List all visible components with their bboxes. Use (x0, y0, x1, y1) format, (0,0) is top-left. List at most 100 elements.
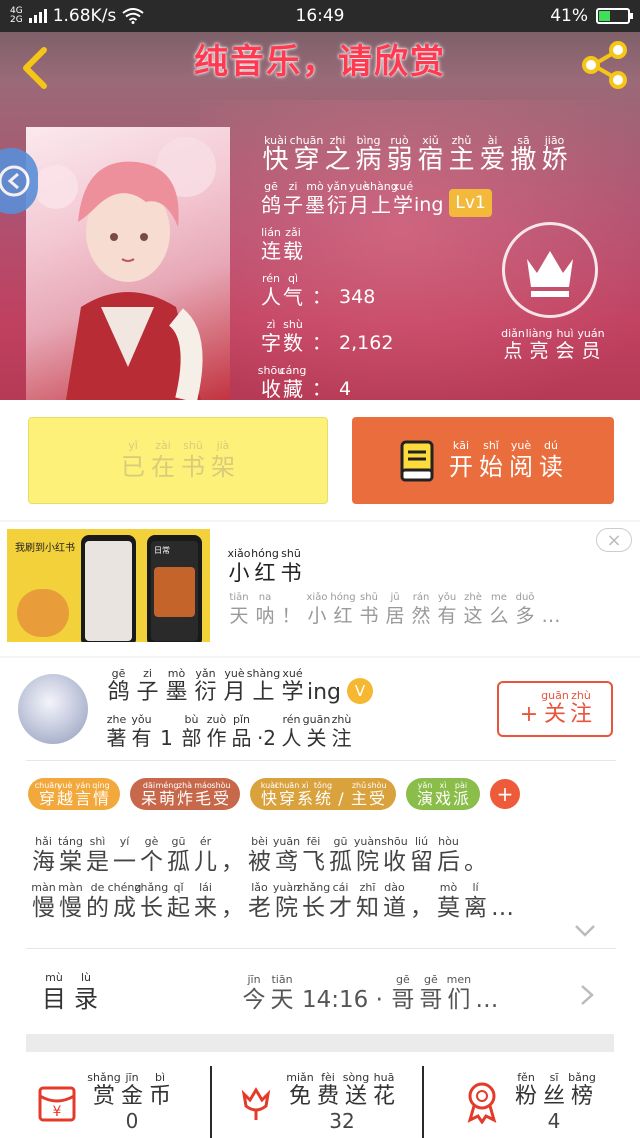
synopsis-char: zhī 知 (354, 882, 381, 922)
bottom-action-bar: ¥ shǎng 赏 jīn 金 bì 币 0 miǎn 免 fèi 费 sòng 送 huā 花 32 … (0, 1066, 640, 1138)
tag-char: yán 言 (74, 781, 92, 808)
reward-coins-button[interactable]: ¥ shǎng 赏 jīn 金 bì 币 0 (0, 1066, 210, 1138)
fan-ranking-button[interactable]: fěn 粉 sī 丝 bǎng 榜 4 (424, 1066, 634, 1138)
hanzi: 鸽 (261, 193, 281, 217)
pinyin (289, 592, 292, 604)
tag-chip[interactable]: chuān 穿 yuè 越 yán 言 qíng 情 (28, 778, 120, 810)
hanzi: 会 (555, 340, 575, 362)
ad-banner[interactable]: 我刷到小红书 日常 × (0, 522, 640, 656)
pinyin: lǎo (251, 881, 268, 894)
ad-close-button[interactable]: × (596, 528, 632, 552)
ad-char: shū 书 (356, 592, 382, 628)
hanzi: 字 (261, 331, 281, 355)
pinyin: huā (373, 1071, 395, 1084)
button-char: kāi 开 (446, 439, 476, 482)
pinyin: lù (80, 971, 92, 984)
tag-chip[interactable]: dāi 呆 méng 萌 zhà 炸 máo 毛 shòu 受 (130, 778, 240, 810)
back-arrow-icon[interactable] (16, 44, 52, 92)
hanzi: 毛 (194, 788, 211, 808)
pinyin: tiān (271, 973, 293, 986)
tag-chip[interactable]: yǎn 演 xì 戏 pài 派 (406, 778, 480, 810)
hanzi: ·2 (256, 726, 277, 750)
synopsis-char: bèi 被 (246, 836, 273, 876)
label-char: yuán 员 (577, 328, 604, 363)
pinyin: màn (31, 881, 56, 894)
share-icon[interactable] (580, 40, 630, 90)
hanzi: 言 (74, 788, 91, 808)
vip-label[interactable]: diǎn 点 liàng 亮 huì 会 yuán 员 (500, 328, 605, 363)
crown-icon (527, 251, 573, 297)
hanzi: 注 (569, 702, 592, 727)
chevron-down-icon[interactable] (574, 924, 596, 938)
free-flower-count: 32 (329, 1109, 355, 1133)
pinyin: hóng (330, 592, 356, 603)
more-tags-button[interactable]: + (490, 779, 520, 809)
ad-description[interactable]: tiān 天 na 呐 ！ xiǎo 小 hóng 红 shū 书 jū 居 rán 然 yǒu 有 zhè 这 m… (226, 592, 564, 628)
bottom-label-char: shǎng 赏 (87, 1072, 120, 1110)
ad-image-caption: 我刷到小红书 (15, 543, 75, 554)
author-char: shàng 上 (364, 181, 397, 218)
author-stats: zhe 著 yǒu 有 1 bù 部 zuò 作 pǐn 品 ·2 rén 人 guān 关 zhù 注 (104, 713, 354, 751)
hanzi: 后 (437, 849, 460, 875)
hanzi: 粉 (514, 1084, 537, 1109)
synopsis-char: dào 道 (381, 882, 408, 922)
hanzi: 才 (329, 895, 352, 921)
hanzi: 目 (42, 985, 66, 1013)
bottom-label-char: fěn 粉 (512, 1072, 540, 1110)
author-name[interactable]: gē 鸽 zi 子 mò 墨 yǎn 衍 yuè 月 shàng 上 xué 学 ing V (104, 668, 374, 706)
author-char: zi 子 (133, 668, 162, 706)
hanzi: 红 (254, 561, 276, 585)
vip-crown-button[interactable] (502, 222, 598, 318)
latest-chapter-time: 14:16 · (302, 987, 383, 1013)
hanzi: 留 (410, 849, 433, 875)
author-char: zi 子 (282, 181, 304, 218)
pinyin: hòu (438, 835, 459, 848)
book-cover[interactable] (26, 127, 230, 400)
hanzi: 个 (140, 849, 163, 875)
pinyin: xué (392, 180, 414, 193)
follow-button[interactable]: + guān 关 zhù 注 (497, 681, 613, 737)
pinyin: guān (302, 713, 331, 726)
hanzi: 穿 (38, 788, 55, 808)
pinyin: mò (306, 180, 324, 193)
ad-char: … (538, 592, 564, 628)
hanzi: 居 (385, 605, 405, 627)
label-char: rén 人 (260, 273, 282, 310)
title-char: zhi 之 (322, 135, 353, 174)
label-char: huì 会 (552, 328, 578, 363)
pinyin: zì (266, 318, 276, 331)
hanzi: 数 (283, 331, 303, 355)
divider (26, 760, 616, 761)
author-avatar[interactable] (18, 674, 88, 744)
synopsis[interactable]: hǎi 海 táng 棠 shì 是 yí 一 gè 个 gū 孤 ér 儿 ， bèi 被 yuān 鸢 fēi 飞… (30, 836, 610, 928)
tag-chip[interactable]: kuài 快 chuān 穿 xì 系 tǒng 统 / zhǔ 主 shòu 受 (250, 778, 396, 810)
pinyin: gè (144, 835, 159, 848)
pinyin: gē (264, 180, 278, 193)
ad-app-name[interactable]: xiǎo 小 hóng 红 shū 书 (226, 548, 304, 586)
latest-chapter[interactable]: jīn 今 tiān 天 14:16 · gē 哥 gē 哥 men 们 … (240, 974, 501, 1014)
hanzi: 弱 (386, 145, 413, 175)
chevron-right-icon[interactable] (580, 984, 594, 1006)
hanzi: 穿 (278, 788, 295, 808)
tag-char: méng 萌 (156, 781, 179, 808)
hanzi: 演 (416, 788, 433, 808)
hanzi: 萌 (158, 788, 175, 808)
hanzi: 书 (181, 452, 205, 481)
status-char: lián 连 (260, 227, 282, 264)
hanzi: 币 (148, 1084, 171, 1109)
book-author-row[interactable]: gē 鸽 zi 子 mò 墨 yǎn 衍 yuè 月 shàng 上 xué 学 ing Lv1 (260, 181, 640, 217)
hanzi: 撒 (510, 145, 537, 175)
pinyin: miǎn (286, 1071, 314, 1084)
toc-label[interactable]: mù 目 lù 录 (38, 972, 102, 1014)
hanzi: 子 (283, 193, 303, 217)
pinyin: fèi (321, 1071, 335, 1084)
floating-chevron-button[interactable] (0, 148, 38, 214)
hanzi: 院 (356, 849, 379, 875)
added-to-shelf-button[interactable]: yǐ 已 zài 在 shū 书 jià 架 (28, 417, 328, 504)
synopsis-char: hòu 后 (435, 836, 462, 876)
synopsis-char: mò 莫 (435, 882, 462, 922)
send-flower-button[interactable]: miǎn 免 fèi 费 sòng 送 huā 花 32 (212, 1066, 422, 1138)
start-reading-button[interactable]: kāi 开 shǐ 始 yuè 阅 dú 读 (352, 417, 614, 504)
button-char: guān 关 (541, 690, 569, 728)
synopsis-char: ， (219, 882, 246, 922)
